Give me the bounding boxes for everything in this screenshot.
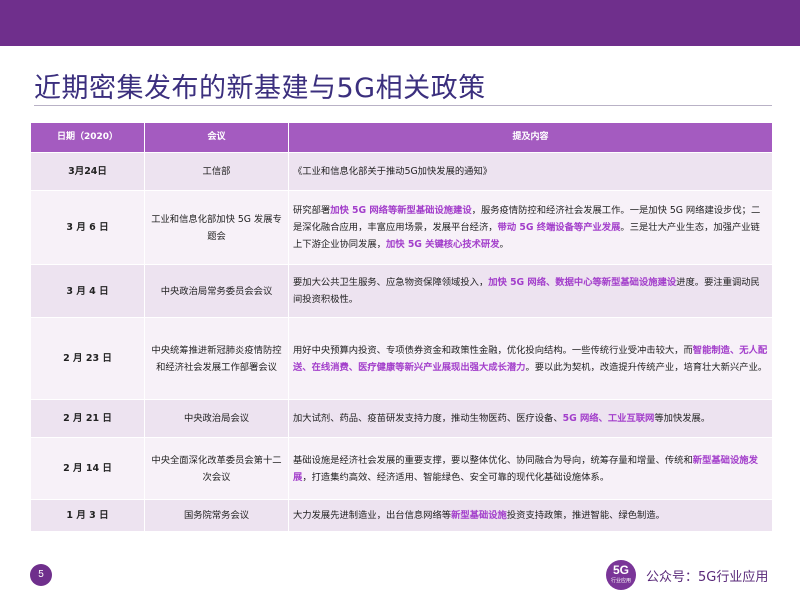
row-content: 基础设施是经济社会发展的重要支撑，要以整体优化、协同融合为导向，统筹存量和增量、…	[288, 437, 773, 500]
row-content: 用好中央预算内投资、专项债券资金和政策性金融，优化投向结构。一些传统行业受冲击较…	[288, 317, 773, 400]
table-row: 2 月 14 日 中央全面深化改革委员会第十二次会议 基础设施是经济社会发展的重…	[30, 437, 773, 500]
content-text: 要加大公共卫生服务、应急物资保障领域投入，	[293, 277, 489, 288]
row-date: 3 月 4 日	[30, 264, 145, 318]
content-highlight: 新型基础设施	[451, 510, 507, 521]
row-meeting: 中央政治局会议	[144, 399, 289, 438]
content-text: ，打造集约高效、经济适用、智能绿色、安全可靠的现代化基础设施体系。	[302, 471, 610, 483]
table-row: 2 月 21 日 中央政治局会议 加大试剂、药品、疫苗研发支持力度，推动生物医药…	[30, 399, 773, 438]
row-content: 加大试剂、药品、疫苗研发支持力度，推动生物医药、医疗设备、5G 网络、工业互联网…	[288, 399, 773, 438]
row-date: 3月24日	[30, 152, 145, 191]
content-text: 研究部署	[293, 205, 331, 216]
page-title: 近期密集发布的新基建与5G相关政策	[34, 73, 486, 104]
row-content: 大力发展先进制造业，出台信息网络等新型基础设施投资支持政策，推进智能、绿色制造。	[288, 499, 773, 532]
content-text: 基础设施是经济社会发展的重要支撑，要以整体优化、协同融合为导向，统筹存量和增量、…	[293, 454, 693, 466]
content-text: 。	[499, 239, 509, 250]
row-meeting: 工业和信息化部加快 5G 发展专题会	[144, 190, 289, 265]
content-text: 投资支持政策，推进智能、绿色制造。	[506, 510, 665, 521]
content-highlight: 加快 5G 网络等新型基础设施建设	[330, 205, 472, 216]
table-header-row: 日期（2020） 会议 提及内容	[30, 122, 773, 153]
content-text: 加大试剂、药品、疫苗研发支持力度，推动生物医药、医疗设备、	[293, 413, 563, 424]
5g-logo-badge: 5G 行业应用	[606, 560, 636, 590]
row-meeting: 中央政治局常务委员会会议	[144, 264, 289, 318]
row-content: 《工业和信息化部关于推动5G加快发展的通知》	[288, 152, 773, 191]
row-date: 2 月 23 日	[30, 317, 145, 400]
content-text: 用好中央预算内投资、专项债券资金和政策性金融，优化投向结构。一些传统行业受冲击较…	[293, 344, 693, 356]
row-meeting: 中央统筹推进新冠肺炎疫情防控和经济社会发展工作部署会议	[144, 317, 289, 400]
content-text: 。要以此为契机，改造提升传统产业，培育壮大新兴产业。	[525, 361, 768, 373]
column-header-content: 提及内容	[288, 122, 773, 153]
row-meeting: 国务院常务会议	[144, 499, 289, 532]
table-row: 3 月 4 日 中央政治局常务委员会会议 要加大公共卫生服务、应急物资保障领域投…	[30, 264, 773, 318]
badge-5g-text: 5G	[612, 563, 629, 577]
policy-table: 日期（2020） 会议 提及内容 3月24日 工信部 《工业和信息化部关于推动5…	[30, 122, 773, 532]
column-header-meeting: 会议	[144, 122, 289, 153]
row-content: 要加大公共卫生服务、应急物资保障领域投入，加快 5G 网络、数据中心等新型基础设…	[288, 264, 773, 318]
content-highlight: 5G 网络、工业互联网	[562, 413, 655, 424]
content-highlight: 加快 5G 网络、数据中心等新型基础设施建设	[488, 277, 677, 288]
row-date: 1 月 3 日	[30, 499, 145, 532]
top-banner	[0, 0, 800, 46]
table-row: 1 月 3 日 国务院常务会议 大力发展先进制造业，出台信息网络等新型基础设施投…	[30, 499, 773, 532]
content-text: 等加快发展。	[654, 413, 711, 424]
table-row: 3月24日 工信部 《工业和信息化部关于推动5G加快发展的通知》	[30, 152, 773, 191]
column-header-date: 日期（2020）	[30, 122, 145, 153]
row-content: 研究部署加快 5G 网络等新型基础设施建设，服务疫情防控和经济社会发展工作。一是…	[288, 190, 773, 265]
title-divider	[34, 105, 772, 106]
page-number: 5	[30, 564, 52, 586]
content-text: 大力发展先进制造业，出台信息网络等	[293, 510, 452, 521]
badge-subtitle: 行业应用	[610, 578, 631, 584]
row-date: 3 月 6 日	[30, 190, 145, 265]
row-date: 2 月 14 日	[30, 437, 145, 500]
content-highlight: 带动 5G 终端设备等产业发展	[497, 222, 621, 233]
row-meeting: 工信部	[144, 152, 289, 191]
row-date: 2 月 21 日	[30, 399, 145, 438]
content-highlight: 加快 5G 关键核心技术研发	[385, 239, 500, 250]
table-row: 2 月 23 日 中央统筹推进新冠肺炎疫情防控和经济社会发展工作部署会议 用好中…	[30, 317, 773, 400]
row-meeting: 中央全面深化改革委员会第十二次会议	[144, 437, 289, 500]
wechat-account-label: 公众号：5G行业应用	[646, 570, 769, 585]
table-row: 3 月 6 日 工业和信息化部加快 5G 发展专题会 研究部署加快 5G 网络等…	[30, 190, 773, 265]
content-text: 《工业和信息化部关于推动5G加快发展的通知》	[293, 166, 493, 177]
